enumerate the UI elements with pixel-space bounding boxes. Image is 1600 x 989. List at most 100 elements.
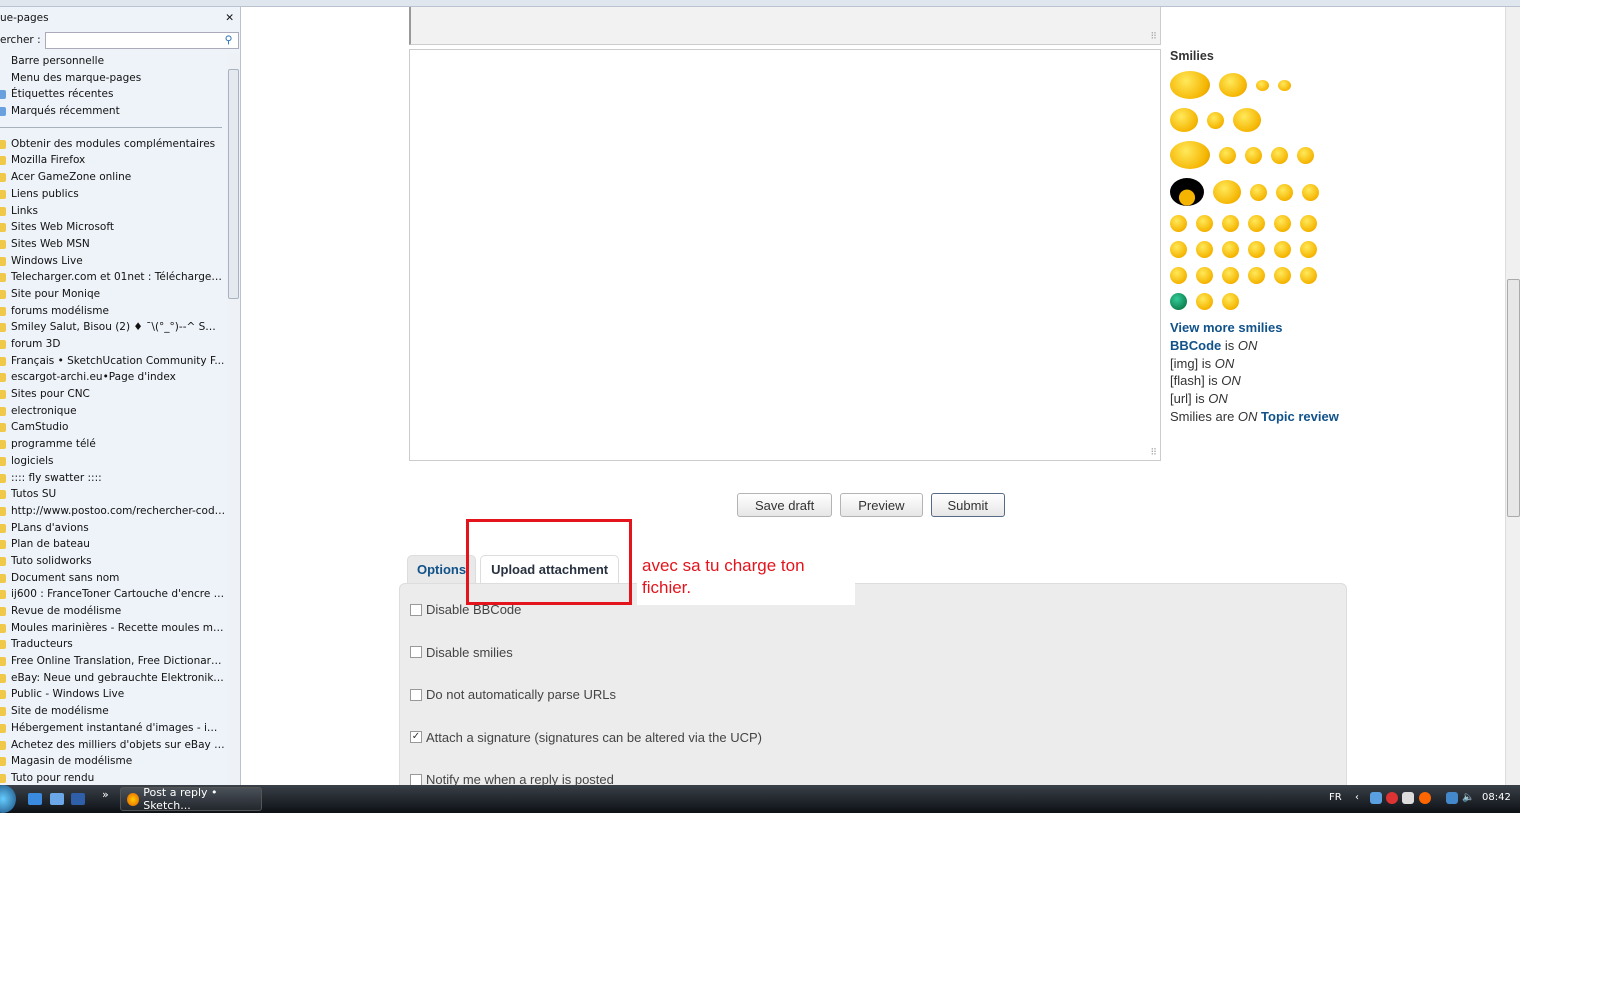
previous-field[interactable]: ⠿ xyxy=(409,7,1161,45)
bookmark-item[interactable]: Mozilla Firefox xyxy=(0,152,226,169)
bookmark-item[interactable]: Français • SketchUcation Community F... xyxy=(0,353,226,370)
smiley-icon[interactable] xyxy=(1170,141,1210,169)
more-chevron[interactable]: » xyxy=(102,788,109,801)
tray-icon[interactable] xyxy=(1370,792,1382,804)
bookmark-item[interactable]: Acer GameZone online xyxy=(0,169,226,186)
bookmark-item[interactable]: Smiley Salut, Bisou (2) ♦ ˉ\(°_°)--^ Smi… xyxy=(0,319,226,336)
smiley-icon[interactable] xyxy=(1170,108,1198,132)
smiley-icon[interactable] xyxy=(1278,79,1291,91)
bookmark-item[interactable]: Obtenir des modules complémentaires xyxy=(0,136,226,153)
tray-icon[interactable] xyxy=(1419,792,1431,804)
start-button[interactable] xyxy=(0,785,16,813)
chevron-left-icon[interactable]: ‹ xyxy=(1355,792,1359,803)
bookmark-item[interactable]: forums modélisme xyxy=(0,303,226,320)
smiley-icon[interactable] xyxy=(1222,241,1239,258)
bookmark-item[interactable]: forum 3D xyxy=(0,336,226,353)
bookmark-item[interactable]: programme télé xyxy=(0,436,226,453)
smiley-icon[interactable] xyxy=(1222,267,1239,284)
smiley-icon[interactable] xyxy=(1222,215,1239,232)
smiley-icon[interactable] xyxy=(1245,146,1262,164)
bookmark-item[interactable]: eBay: Neue und gebrauchte Elektronikarti… xyxy=(0,670,226,687)
tray-icon[interactable] xyxy=(1402,792,1414,804)
smiley-icon[interactable] xyxy=(1300,267,1317,284)
bookmark-item[interactable]: Magasin de modélisme xyxy=(0,753,226,770)
bookmark-item[interactable]: Hébergement instantané d'images - imag..… xyxy=(0,720,226,737)
smiley-icon[interactable] xyxy=(1170,215,1187,232)
option-row[interactable]: Do not automatically parse URLs xyxy=(410,687,616,702)
bookmark-item[interactable]: Free Online Translation, Free Dictionary… xyxy=(0,653,226,670)
option-row[interactable]: ✓ Attach a signature (signatures can be a… xyxy=(410,730,762,745)
search-input[interactable] xyxy=(44,31,239,49)
topic-review-link[interactable]: Topic review xyxy=(1261,409,1339,424)
bookmark-item[interactable]: Site pour Moniqe xyxy=(0,286,226,303)
scroll-thumb[interactable] xyxy=(228,69,239,299)
bookmark-item[interactable]: Document sans nom xyxy=(0,570,226,587)
smiley-icon[interactable] xyxy=(1219,146,1236,164)
security-tray-icon[interactable] xyxy=(1386,792,1398,804)
bbcode-link[interactable]: BBCode xyxy=(1170,338,1221,353)
show-desktop-icon[interactable] xyxy=(50,793,64,805)
smiley-icon[interactable] xyxy=(1248,267,1265,284)
bookmark-item[interactable]: Site de modélisme xyxy=(0,703,226,720)
bookmark-item[interactable]: Telecharger.com et 01net : Téléchargeme.… xyxy=(0,269,226,286)
smiley-icon[interactable] xyxy=(1248,241,1265,258)
bookmark-item[interactable]: Tuto pour rendu xyxy=(0,770,226,785)
submit-button[interactable]: Submit xyxy=(930,493,1005,517)
bookmark-item[interactable]: logiciels xyxy=(0,453,226,470)
network-icon[interactable] xyxy=(1446,792,1458,804)
bookmark-item[interactable]: http://www.postoo.com/rechercher-code... xyxy=(0,503,226,520)
bookmark-item[interactable]: Liens publics xyxy=(0,186,226,203)
bookmark-item[interactable]: Plan de bateau xyxy=(0,536,226,553)
volume-icon[interactable]: 🔈 xyxy=(1462,792,1474,803)
smiley-icon[interactable] xyxy=(1248,215,1265,232)
bookmark-item[interactable]: :::: fly swatter :::: xyxy=(0,470,226,487)
smiley-icon[interactable] xyxy=(1219,73,1247,97)
smiley-icon[interactable] xyxy=(1196,293,1213,310)
checkbox[interactable] xyxy=(410,688,422,701)
smiley-icon[interactable] xyxy=(1300,241,1317,258)
option-row[interactable]: Notify me when a reply is posted xyxy=(410,772,614,785)
ie-icon[interactable] xyxy=(28,793,42,805)
bookmark-item[interactable]: Étiquettes récentes xyxy=(0,86,226,103)
smiley-icon[interactable] xyxy=(1170,241,1187,258)
checkbox[interactable] xyxy=(410,773,422,785)
bookmark-item[interactable]: Revue de modélisme xyxy=(0,603,226,620)
smiley-icon[interactable] xyxy=(1250,183,1267,201)
preview-button[interactable]: Preview xyxy=(840,493,923,517)
smiley-icon[interactable] xyxy=(1207,111,1224,129)
smiley-icon[interactable] xyxy=(1196,267,1213,284)
bookmark-item[interactable]: escargot-archi.eu•Page d'index xyxy=(0,369,226,386)
smiley-icon[interactable] xyxy=(1213,180,1241,204)
smiley-icon[interactable] xyxy=(1274,267,1291,284)
bookmark-item[interactable]: Achetez des milliers d'objets sur eBay -… xyxy=(0,737,226,754)
bookmark-item[interactable]: Windows Live xyxy=(0,253,226,270)
switch-windows-icon[interactable] xyxy=(71,793,85,805)
smiley-icon[interactable] xyxy=(1274,215,1291,232)
view-more-smilies-link[interactable]: View more smilies xyxy=(1170,320,1283,335)
taskbar-firefox-task[interactable]: Post a reply • Sketch... xyxy=(120,786,262,812)
resize-grip-icon[interactable]: ⠿ xyxy=(1150,31,1157,42)
smiley-icon[interactable] xyxy=(1170,293,1187,310)
smiley-icon[interactable] xyxy=(1196,215,1213,232)
bookmark-item[interactable]: Marqués récemment xyxy=(0,103,226,120)
bookmark-item[interactable]: Public - Windows Live xyxy=(0,686,226,703)
bookmark-item[interactable]: Menu des marque-pages xyxy=(0,70,226,87)
bookmark-item[interactable]: Sites Web MSN xyxy=(0,236,226,253)
bookmark-item[interactable]: CamStudio xyxy=(0,419,226,436)
bookmark-item[interactable]: electronique xyxy=(0,403,226,420)
smiley-icon[interactable] xyxy=(1196,241,1213,258)
resize-grip-icon[interactable]: ⠿ xyxy=(1150,447,1157,458)
smiley-icon[interactable] xyxy=(1274,241,1291,258)
option-row[interactable]: Disable smilies xyxy=(410,645,513,660)
bookmark-item[interactable]: Barre personnelle xyxy=(0,53,226,70)
smiley-icon[interactable] xyxy=(1256,79,1269,91)
bookmark-item[interactable]: PLans d'avions xyxy=(0,520,226,537)
bookmark-item[interactable]: Tuto solidworks xyxy=(0,553,226,570)
bookmark-item[interactable]: Tutos SU xyxy=(0,486,226,503)
smiley-icon[interactable] xyxy=(1233,108,1261,132)
bookmark-item[interactable]: Traducteurs xyxy=(0,636,226,653)
checkbox[interactable]: ✓ xyxy=(410,731,422,743)
smiley-icon[interactable] xyxy=(1222,293,1239,310)
bookmark-item[interactable]: Sites pour CNC xyxy=(0,386,226,403)
smiley-icon[interactable] xyxy=(1170,178,1204,206)
